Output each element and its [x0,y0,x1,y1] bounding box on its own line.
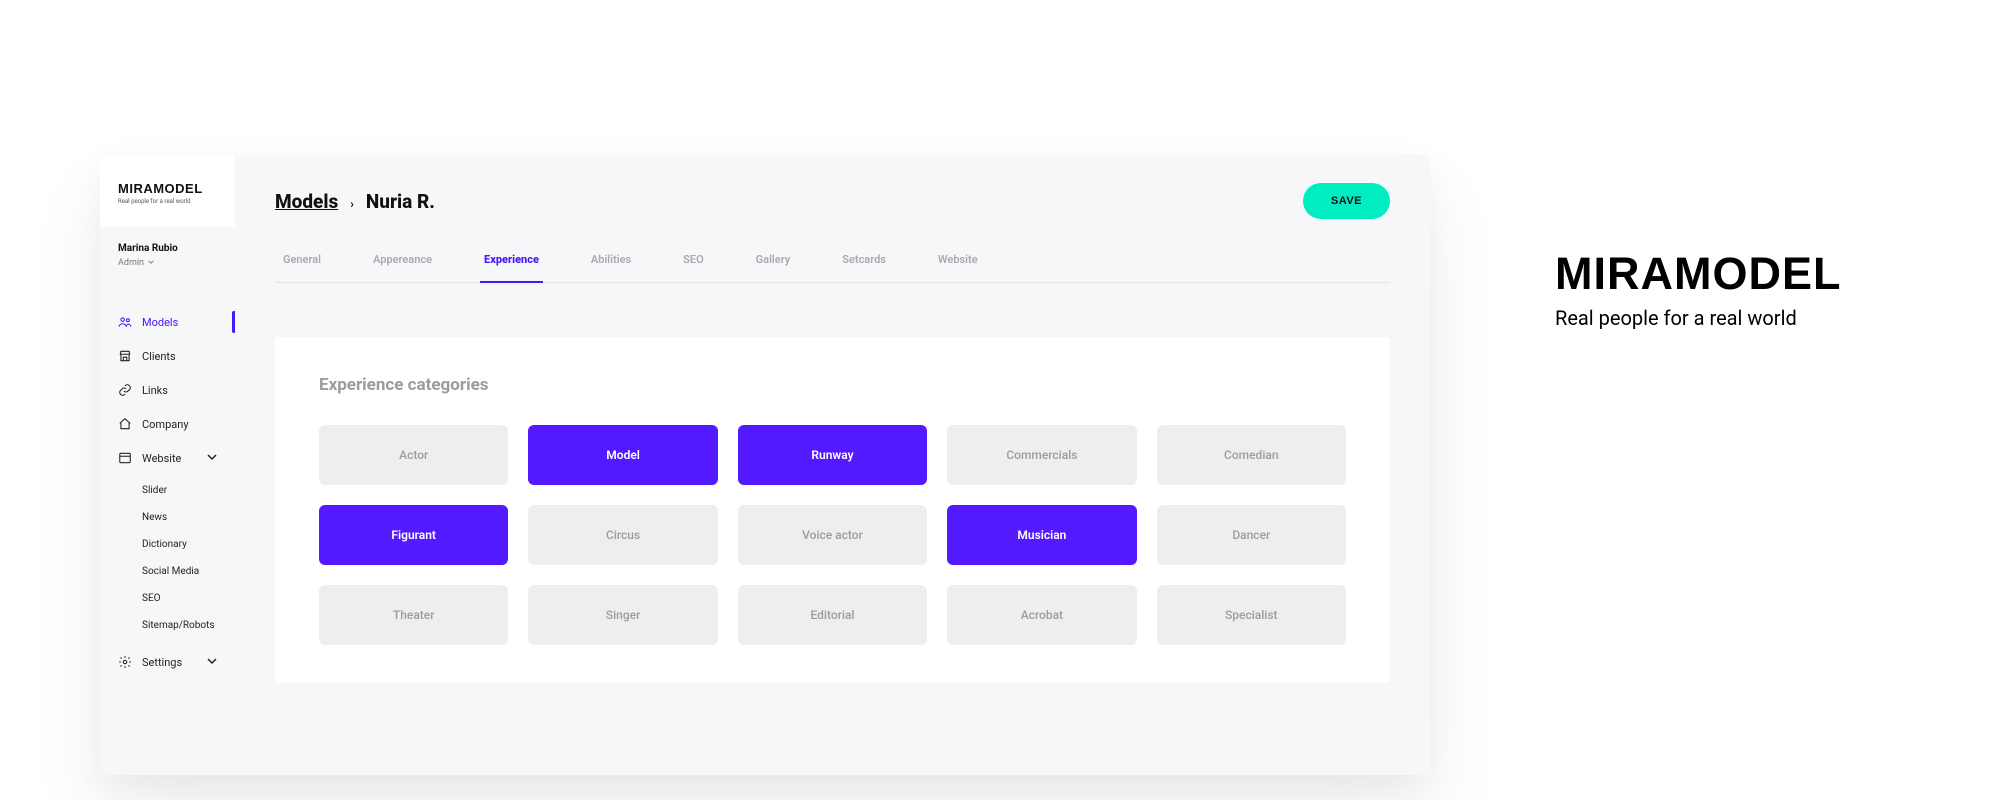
users-icon [118,315,132,329]
panel-title: Experience categories [319,375,1346,395]
category-chip[interactable]: Figurant [319,505,508,565]
category-chip[interactable]: Runway [738,425,927,485]
tab-abilities[interactable]: Abilities [589,253,633,282]
tab-bar: General Appereance Experience Abilities … [275,253,1390,283]
gear-icon [118,655,132,669]
category-chip[interactable]: Singer [528,585,717,645]
tab-appearance[interactable]: Appereance [371,253,434,282]
breadcrumb-sep: › [350,197,354,211]
sidebar-subitem-social[interactable]: Social Media [100,558,235,585]
tab-general[interactable]: General [281,253,323,282]
current-user-name: Marina Rubio [118,243,217,254]
sidebar-item-label: Clients [142,350,176,363]
app-window: MIRAMODEL Real people for a real world M… [100,155,1430,775]
category-chip[interactable]: Actor [319,425,508,485]
sidebar-item-website[interactable]: Website [100,441,235,475]
sidebar-item-models[interactable]: Models [100,305,235,339]
tab-seo[interactable]: SEO [681,253,706,282]
category-chip[interactable]: Model [528,425,717,485]
current-user-role: Admin [118,258,217,268]
category-grid: Actor Model Runway Commercials Comedian … [319,425,1346,645]
chevron-down-icon [207,452,217,465]
brand-tagline: Real people for a real world [1555,306,1841,330]
link-icon [118,383,132,397]
page-header: Models › Nuria R. SAVE [275,183,1390,219]
sidebar-subitem-sitemap[interactable]: Sitemap/Robots [100,612,235,639]
app-logo-text: MIRAMODEL [118,181,217,196]
category-chip[interactable]: Voice actor [738,505,927,565]
sidebar: MIRAMODEL Real people for a real world M… [100,155,235,775]
breadcrumb-root[interactable]: Models [275,190,338,213]
caret-down-icon [148,258,154,268]
category-chip[interactable]: Musician [947,505,1136,565]
sidebar-item-label: Links [142,384,168,397]
sidebar-subitem-news[interactable]: News [100,504,235,531]
home-icon [118,417,132,431]
brand-mark: MIRAMODEL Real people for a real world [1555,248,1841,330]
sidebar-item-links[interactable]: Links [100,373,235,407]
browser-icon [118,451,132,465]
sidebar-subitem-dictionary[interactable]: Dictionary [100,531,235,558]
save-button[interactable]: SAVE [1303,183,1390,219]
sidebar-item-label: Models [142,316,178,329]
category-chip[interactable]: Circus [528,505,717,565]
tab-gallery[interactable]: Gallery [754,253,793,282]
experience-panel: Experience categories Actor Model Runway… [275,337,1390,683]
sidebar-item-company[interactable]: Company [100,407,235,441]
tab-experience[interactable]: Experience [482,253,541,282]
tab-website[interactable]: Website [936,253,980,282]
brand-name: MIRAMODEL [1555,248,1841,300]
category-chip[interactable]: Dancer [1157,505,1346,565]
category-chip[interactable]: Editorial [738,585,927,645]
sidebar-website-submenu: Slider News Dictionary Social Media SEO … [100,475,235,645]
current-user[interactable]: Marina Rubio Admin [100,227,235,287]
app-logo: MIRAMODEL Real people for a real world [100,155,235,227]
sidebar-item-label: Company [142,418,189,431]
main-content: Models › Nuria R. SAVE General Appereanc… [235,155,1430,775]
category-chip[interactable]: Theater [319,585,508,645]
storefront-icon [118,349,132,363]
sidebar-item-settings[interactable]: Settings [100,645,235,679]
sidebar-item-label: Website [142,452,181,465]
primary-nav: Models Clients Links [100,287,235,687]
category-chip[interactable]: Commercials [947,425,1136,485]
breadcrumb: Models › Nuria R. [275,190,435,213]
category-chip[interactable]: Comedian [1157,425,1346,485]
category-chip[interactable]: Specialist [1157,585,1346,645]
category-chip[interactable]: Acrobat [947,585,1136,645]
sidebar-item-clients[interactable]: Clients [100,339,235,373]
sidebar-subitem-seo[interactable]: SEO [100,585,235,612]
app-logo-tagline: Real people for a real world [118,198,217,205]
chevron-down-icon [207,656,217,669]
sidebar-subitem-slider[interactable]: Slider [100,477,235,504]
breadcrumb-current: Nuria R. [366,190,435,213]
sidebar-item-label: Settings [142,656,182,669]
tab-setcards[interactable]: Setcards [840,253,888,282]
